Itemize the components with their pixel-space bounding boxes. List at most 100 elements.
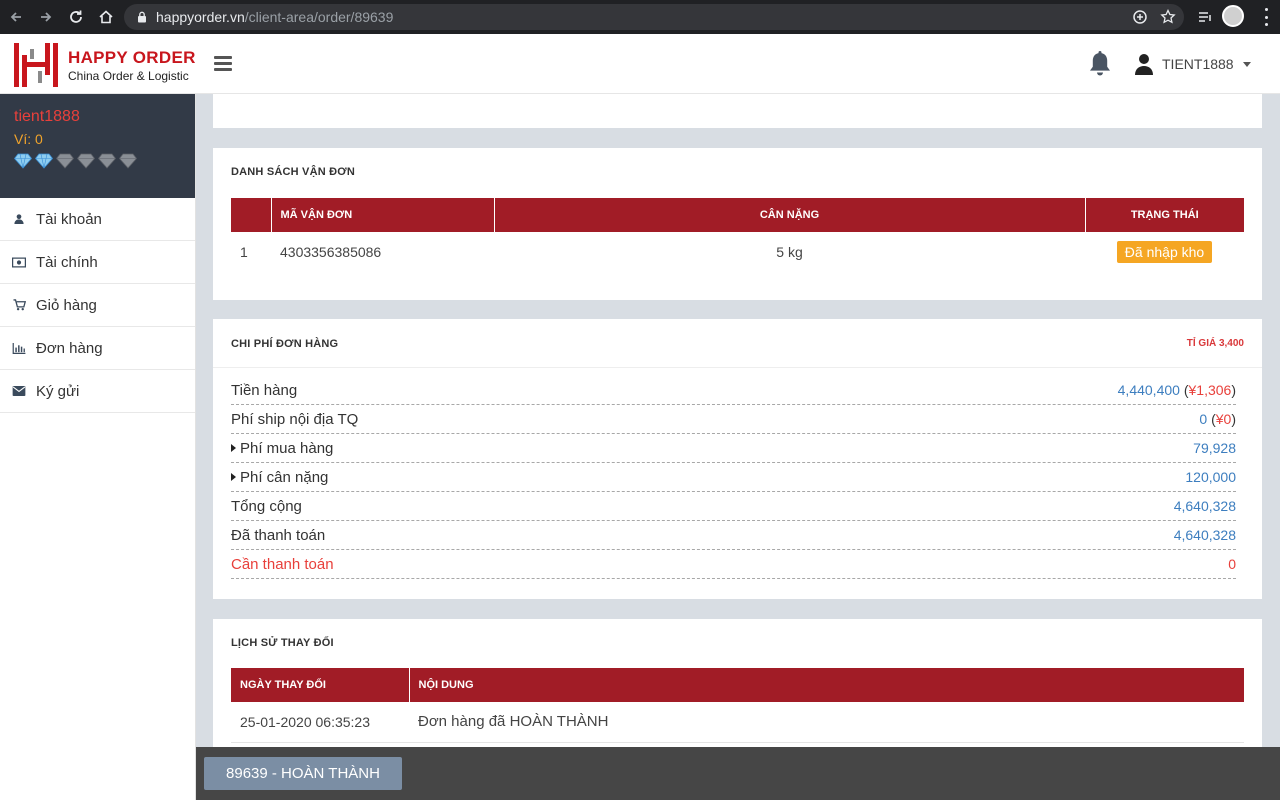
column-header: CÂN NẶNG <box>494 198 1086 232</box>
table-row: 25-01-2020 06:35:23 Đơn hàng đã HOÀN THÀ… <box>231 702 1244 742</box>
table-row: 1 4303356385086 5 kg Đã nhập kho <box>231 232 1244 272</box>
column-header: NGÀY THAY ĐỔI <box>231 668 410 702</box>
cost-row-goods: Tiền hàng 4,440,400 (¥1,306) <box>231 376 1236 405</box>
diamond-inactive-icon <box>119 153 137 169</box>
logo-subtitle: China Order & Logistic <box>68 68 189 83</box>
sidebar-item-consignment[interactable]: Ký gửi <box>0 370 195 413</box>
cost-value: 4,640,328 <box>1173 498 1236 514</box>
cart-icon <box>12 298 26 312</box>
history-panel-title: LỊCH SỬ THAY ĐỔI <box>231 637 334 649</box>
menu-toggle-icon[interactable] <box>214 56 232 71</box>
sidebar-item-orders[interactable]: Đơn hàng <box>0 327 195 370</box>
notification-bell-icon[interactable] <box>1088 51 1112 77</box>
column-header <box>231 198 272 232</box>
cost-list: Tiền hàng 4,440,400 (¥1,306) Phí ship nộ… <box>231 376 1236 579</box>
home-icon <box>99 10 113 24</box>
sidebar: tient1888 Ví: 0 Tài khoản Tài chính Giỏ … <box>0 94 196 800</box>
cost-label: Đã thanh toán <box>231 526 326 544</box>
browser-menu-icon[interactable] <box>1264 8 1268 26</box>
cost-value: 4,640,328 <box>1173 527 1236 543</box>
playlist-icon <box>1199 12 1211 22</box>
sidebar-item-label: Giỏ hàng <box>36 296 97 314</box>
waybill-panel: DANH SÁCH VẬN ĐƠN MÃ VẬN ĐƠN CÂN NẶNG TR… <box>213 148 1262 300</box>
cost-value: 4,440,400 (¥1,306) <box>1117 382 1236 398</box>
cost-row-cn-shipping: Phí ship nội địa TQ 0 (¥0) <box>231 405 1236 434</box>
bottom-status-bar: 89639 - HOÀN THÀNH <box>196 747 1280 800</box>
diamond-icon <box>35 153 53 169</box>
browser-toolbar: happyorder.vn/client-area/order/89639 <box>0 0 1280 34</box>
column-header: TRẠNG THÁI <box>1085 198 1244 232</box>
bar-chart-icon <box>12 341 26 355</box>
diamond-inactive-icon <box>56 153 74 169</box>
caret-right-icon[interactable] <box>231 473 236 481</box>
diamond-inactive-icon <box>77 153 95 169</box>
cost-row-paid: Đã thanh toán 4,640,328 <box>231 521 1236 550</box>
user-avatar-icon <box>1135 54 1153 75</box>
cost-value-yuan: ¥0 <box>1215 411 1232 427</box>
logo-title: HAPPY ORDER <box>68 47 196 67</box>
chevron-down-icon <box>1242 61 1251 67</box>
cost-row-purchase-fee[interactable]: Phí mua hàng 79,928 <box>231 434 1236 463</box>
cost-label: Phí ship nội địa TQ <box>231 410 359 428</box>
arrow-left-icon <box>10 12 21 22</box>
reload-button[interactable] <box>62 3 90 31</box>
order-status-button[interactable]: 89639 - HOÀN THÀNH <box>204 757 402 790</box>
reload-icon <box>70 10 82 23</box>
logo[interactable]: HAPPY ORDER China Order & Logistic <box>12 41 196 89</box>
column-header: MÃ VẬN ĐƠN <box>271 198 495 232</box>
back-button[interactable] <box>2 3 30 31</box>
history-table: NGÀY THAY ĐỔI NỘI DUNG 25-01-2020 06:35:… <box>231 668 1244 743</box>
caret-right-icon[interactable] <box>231 444 236 452</box>
exchange-rate: TỈ GIÁ 3,400 <box>1186 338 1244 349</box>
waybill-table-header: MÃ VẬN ĐƠN CÂN NẶNG TRẠNG THÁI <box>231 198 1244 232</box>
cost-value: 0 <box>1228 556 1236 572</box>
membership-gems <box>14 153 181 169</box>
cost-label: Cần thanh toán <box>231 555 334 573</box>
sidebar-item-label: Tài khoản <box>36 210 102 228</box>
user-menu[interactable]: TIENT1888 <box>1134 52 1251 76</box>
zoom-icon[interactable] <box>1132 9 1148 25</box>
user-icon <box>12 212 26 226</box>
row-number: 1 <box>240 244 248 260</box>
arrow-right-icon <box>41 12 52 22</box>
sidebar-item-label: Ký gửi <box>36 382 80 400</box>
order-info-panel <box>213 94 1262 128</box>
cost-row-weight-fee[interactable]: Phí cân nặng 120,000 <box>231 463 1236 492</box>
username: TIENT1888 <box>1162 56 1234 72</box>
sidebar-item-cart[interactable]: Giỏ hàng <box>0 284 195 327</box>
sidebar-item-label: Đơn hàng <box>36 339 103 357</box>
url-host: happyorder.vn <box>156 9 245 25</box>
waybill-code: 4303356385086 <box>280 244 382 260</box>
cost-row-due: Cần thanh toán 0 <box>231 550 1236 579</box>
cost-value-yuan: ¥1,306 <box>1188 382 1232 398</box>
forward-button[interactable] <box>32 3 60 31</box>
waybill-table: MÃ VẬN ĐƠN CÂN NẶNG TRẠNG THÁI 1 4303356… <box>231 198 1244 272</box>
waybill-panel-title: DANH SÁCH VẬN ĐƠN <box>231 166 356 178</box>
media-control-button[interactable] <box>1194 6 1216 28</box>
address-bar[interactable]: happyorder.vn/client-area/order/89639 <box>124 4 1184 30</box>
diamond-icon <box>14 153 32 169</box>
cost-label: Phí cân nặng <box>240 468 329 486</box>
cost-panel-title: CHI PHÍ ĐƠN HÀNG <box>231 338 339 350</box>
browser-profile-avatar[interactable] <box>1222 5 1244 27</box>
sidebar-item-account[interactable]: Tài khoản <box>0 198 195 241</box>
profile-box: tient1888 Ví: 0 <box>0 94 195 198</box>
sidebar-item-finance[interactable]: Tài chính <box>0 241 195 284</box>
cost-value: 79,928 <box>1193 440 1236 456</box>
url-path: /client-area/order/89639 <box>244 9 394 25</box>
waybill-status-cell: Đã nhập kho <box>1085 232 1244 272</box>
column-header: NỘI DUNG <box>409 668 1244 702</box>
history-date: 25-01-2020 06:35:23 <box>240 713 370 730</box>
status-badge: Đã nhập kho <box>1116 241 1213 263</box>
sidebar-menu: Tài khoản Tài chính Giỏ hàng Đơn hàng Ký… <box>0 198 195 413</box>
logo-mark-icon <box>14 43 58 87</box>
divider <box>213 367 1262 368</box>
sidebar-item-label: Tài chính <box>36 253 98 271</box>
history-panel: LỊCH SỬ THAY ĐỔI NGÀY THAY ĐỔI NỘI DUNG … <box>213 619 1262 759</box>
cost-row-total: Tổng cộng 4,640,328 <box>231 492 1236 521</box>
cost-value: 0 (¥0) <box>1199 411 1236 427</box>
home-button[interactable] <box>92 3 120 31</box>
history-table-header: NGÀY THAY ĐỔI NỘI DUNG <box>231 668 1244 702</box>
star-icon[interactable] <box>1160 9 1176 25</box>
profile-name: tient1888 <box>14 108 80 125</box>
